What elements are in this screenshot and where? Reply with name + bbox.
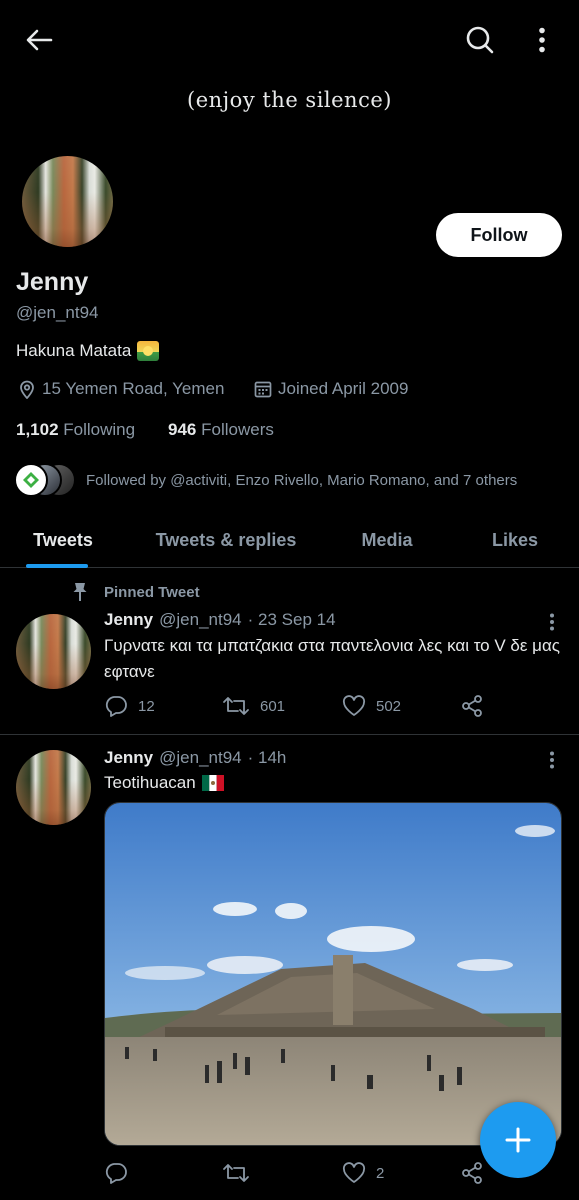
tweet-author-name: Jenny — [104, 748, 154, 767]
location-text: 15 Yemen Road, Yemen — [42, 379, 225, 398]
arrow-left-icon — [26, 29, 53, 51]
plus-icon — [505, 1127, 531, 1153]
pin-icon — [73, 583, 87, 601]
tweet-actions: 12 601 502 — [104, 693, 494, 719]
tweet-avatar[interactable] — [16, 750, 91, 825]
like-button[interactable]: 502 — [342, 695, 401, 717]
following-label: Following — [63, 420, 136, 439]
more-vertical-icon — [539, 27, 545, 53]
share-button[interactable] — [460, 1161, 484, 1185]
followers-count: 946 — [168, 420, 197, 439]
tweet-more-button[interactable] — [540, 747, 564, 773]
pyramid-photo — [105, 803, 561, 1145]
share-icon — [462, 695, 482, 717]
search-button[interactable] — [462, 22, 498, 58]
following-count: 1,102 — [16, 420, 59, 439]
profile-tabs: Tweets Tweets & replies Media Likes — [0, 512, 579, 568]
followers-label: Followers — [201, 420, 274, 439]
tweet-author-handle: @jen_nt94 — [159, 748, 242, 767]
more-options-button[interactable] — [528, 22, 556, 58]
tab-tweets[interactable]: Tweets — [16, 512, 110, 568]
tab-media[interactable]: Media — [346, 512, 428, 568]
following-stat[interactable]: 1,102 Following — [16, 420, 135, 440]
mexico-flag-icon — [201, 775, 224, 791]
like-button[interactable]: 2 — [342, 1162, 384, 1184]
tweet-time: · 23 Sep 14 — [247, 610, 336, 629]
retweet-count: 601 — [260, 697, 286, 715]
follow-button[interactable]: Follow — [436, 213, 562, 257]
search-icon — [466, 26, 494, 54]
reply-button[interactable]: 12 — [104, 695, 155, 717]
share-button[interactable] — [460, 694, 484, 718]
reply-count: 12 — [138, 697, 155, 715]
tweet-header: Jenny @jen_nt94 · 14h — [104, 748, 286, 768]
followers-stat[interactable]: 946 Followers — [168, 420, 274, 440]
back-button[interactable] — [18, 22, 60, 58]
tweet-avatar[interactable] — [16, 614, 91, 689]
retweet-icon — [223, 1164, 249, 1182]
location-pin-icon — [20, 380, 34, 399]
pinned-indicator: Pinned Tweet — [72, 582, 200, 602]
profile-avatar[interactable] — [20, 154, 115, 249]
profile-handle: @jen_nt94 — [16, 303, 99, 322]
compose-tweet-button[interactable] — [480, 1102, 556, 1178]
join-date-text: Joined April 2009 — [278, 379, 409, 398]
tweet-text: Teotihuacan — [104, 770, 224, 796]
bio-text: Hakuna Matata — [16, 341, 132, 360]
retweet-icon — [223, 697, 249, 715]
followed-by-text: Followed by @activiti, Enzo Rivello, Mar… — [86, 471, 518, 489]
like-count: 2 — [376, 1164, 385, 1182]
reply-icon — [105, 696, 127, 717]
location: 15 Yemen Road, Yemen — [18, 379, 224, 399]
tweet-author-name: Jenny — [104, 610, 154, 629]
tweet-actions: 2 — [104, 1160, 494, 1186]
tweet-media-image[interactable] — [104, 802, 562, 1146]
more-vertical-icon — [550, 751, 554, 769]
banner-text: (enjoy the silence) — [187, 88, 392, 112]
activiti-logo-icon — [23, 472, 39, 488]
tab-likes[interactable]: Likes — [480, 512, 550, 568]
sunrise-emoji-icon — [137, 341, 160, 361]
tab-tweets-replies[interactable]: Tweets & replies — [140, 512, 312, 568]
like-count: 502 — [376, 697, 402, 715]
reply-icon — [105, 1163, 127, 1184]
tweet-more-button[interactable] — [540, 609, 564, 635]
tweet-time: · 14h — [247, 748, 287, 767]
heart-icon — [342, 1162, 366, 1183]
join-date: Joined April 2009 — [254, 379, 408, 399]
calendar-icon — [254, 381, 272, 398]
tweet-author-handle: @jen_nt94 — [159, 610, 242, 629]
profile-bio: Hakuna Matata — [16, 341, 160, 361]
active-tab-indicator — [26, 564, 88, 568]
heart-icon — [342, 695, 366, 716]
retweet-button[interactable] — [222, 1162, 260, 1184]
followed-by-row[interactable]: Followed by @activiti, Enzo Rivello, Mar… — [14, 463, 517, 497]
follower-avatar-1 — [14, 463, 48, 497]
tweet-header: Jenny @jen_nt94 · 23 Sep 14 — [104, 610, 336, 630]
tweet-pinned[interactable]: Pinned Tweet Jenny @jen_nt94 · 23 Sep 14… — [0, 569, 579, 734]
profile-name: Jenny — [16, 268, 89, 296]
tweet-text: Γυρνατε και τα μπατζακια στα παντελονια … — [104, 636, 560, 681]
pinned-label: Pinned Tweet — [104, 583, 200, 601]
follower-avatars — [14, 463, 76, 497]
tweet-text-content: Teotihuacan — [104, 773, 196, 792]
share-icon — [462, 1162, 482, 1184]
retweet-button[interactable]: 601 — [222, 695, 285, 717]
more-vertical-icon — [550, 613, 554, 631]
reply-button[interactable] — [104, 1162, 138, 1184]
